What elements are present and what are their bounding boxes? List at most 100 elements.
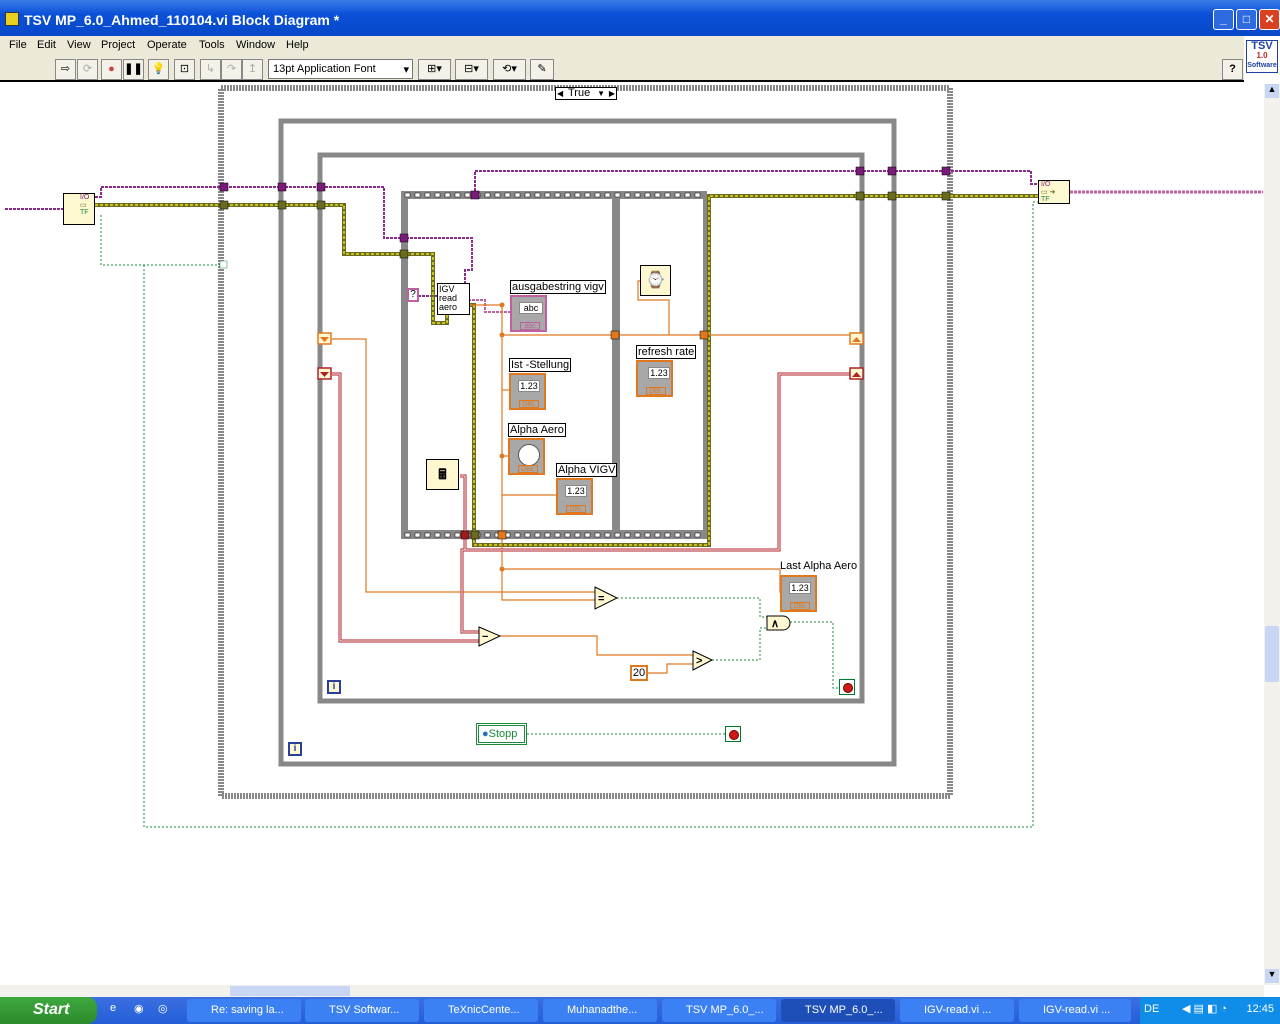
film-sprocket [524,532,531,538]
film-sprocket [444,532,451,538]
menu-window[interactable]: Window [236,39,275,51]
scroll-down-icon[interactable]: ▼ [1265,969,1279,983]
language-indicator[interactable]: DE [1144,1003,1159,1015]
refresh-rate-label: refresh rate [636,345,697,359]
ausgabestring-indicator[interactable]: abc abc [510,295,547,332]
indicator-type: DBL [519,400,539,408]
stop-terminal-outer[interactable] [725,726,741,742]
film-sprocket [654,532,661,538]
firefox-icon[interactable]: ◉ [134,1002,144,1015]
chevron-down-icon: ▾ [403,64,409,76]
menu-bar: File Edit View Project Operate Tools Win… [0,36,1244,56]
film-sprocket [694,532,701,538]
system-tray: DE ◀ ▤ ◧ ◔ 12:45 [1140,997,1280,1024]
scroll-up-icon[interactable]: ▲ [1265,84,1279,98]
minimize-button[interactable]: _ [1213,9,1234,30]
tray-icons[interactable]: ◀ ▤ ◧ ◔ [1182,1002,1227,1015]
step-into-icon[interactable]: ↳ [200,59,221,80]
stopp-button-terminal[interactable]: ●Stopp [476,723,527,745]
menu-edit[interactable]: Edit [37,39,56,51]
vertical-scroll-thumb[interactable] [1265,626,1279,682]
igv-read-subvi[interactable]: IGV read aero [437,283,470,315]
start-label: Start [33,1001,70,1018]
retain-wire-values-icon[interactable]: ⊡ [174,59,195,80]
menu-operate[interactable]: Operate [147,39,187,51]
igv-subvi-line: aero [439,302,458,312]
visa-property-node-left[interactable]: I/O ▭ TF [63,193,95,225]
abort-icon[interactable]: ● [101,59,122,80]
vi-icon-logo: TSV 1.0 Software [1246,40,1278,73]
last-alpha-aero-indicator[interactable]: 1.23 DBL [780,575,817,612]
alpha-aero-label: Alpha Aero [508,423,566,437]
horizontal-scrollbar[interactable] [0,985,1264,997]
highlight-execution-icon[interactable]: 💡 [148,59,169,80]
task-labview-2[interactable]: TSV MP_6.0_... [781,999,895,1022]
alpha-vigv-indicator[interactable]: 1.23 DBL [556,478,593,515]
refresh-rate-control[interactable]: 1.23 DBL [636,360,673,397]
clean-up-diagram-icon[interactable]: ✎ [530,59,554,80]
clock: 12:45 [1246,1003,1274,1015]
font-select-value: 13pt Application Font [273,63,376,75]
film-sprocket [454,192,461,198]
task-texniccenter[interactable]: TeXnicCente... [424,999,538,1022]
film-sprocket [464,192,471,198]
font-select[interactable]: 13pt Application Font ▾ [268,59,413,79]
run-continuously-icon[interactable]: ⟳ [77,59,98,80]
io-label: I/O [80,194,90,201]
start-button[interactable]: Start [0,997,97,1024]
io-label: I/O [1041,181,1051,188]
stopp-label: Stopp [488,728,518,740]
ie-icon[interactable]: e [110,1002,116,1014]
constant-20[interactable]: 20 [630,665,648,681]
task-igv-read-1[interactable]: IGV-read.vi ... [900,999,1014,1022]
unknown-constant[interactable]: ? [407,288,419,302]
tf-label: TF [1041,196,1050,203]
film-sprocket [664,192,671,198]
menu-tools[interactable]: Tools [199,39,225,51]
maximize-button[interactable]: □ [1236,9,1257,30]
film-sprocket [584,192,591,198]
film-sprocket [554,192,561,198]
distribute-objects-icon[interactable]: ⊟▾ [455,59,488,80]
align-objects-icon[interactable]: ⊞▾ [418,59,451,80]
task-igv-read-2[interactable]: IGV-read.vi ... [1019,999,1131,1022]
logo-subtext: Software [1247,62,1277,69]
menu-help[interactable]: Help [286,39,309,51]
film-sprocket [424,192,431,198]
decrement-arrow-icon[interactable]: ◀ [557,88,563,99]
visa-close-node-right[interactable]: I/O ▭ ➜ TF [1038,180,1070,204]
alpha-aero-gauge-indicator[interactable]: DBL [508,438,545,475]
horizontal-scroll-thumb[interactable] [230,986,350,996]
step-over-icon[interactable]: ↷ [221,59,242,80]
increment-arrow-icon[interactable]: ▶ [609,88,615,99]
block-diagram-canvas[interactable]: = − > ∧ True ◀ ▼ ▶ I/O ▭ TF I/O ▭ ➜ TF ?… [3,84,1264,985]
chevron-down-icon[interactable]: ▼ [597,88,605,99]
help-button[interactable]: ? [1222,59,1243,80]
task-folder[interactable]: TSV Softwar... [305,999,419,1022]
menu-file[interactable]: File [9,39,27,51]
menu-project[interactable]: Project [101,39,135,51]
menu-view[interactable]: View [67,39,91,51]
indicator-type: abc [520,322,540,330]
tick-count-icon[interactable]: 🖩 [426,459,459,490]
stop-terminal-inner[interactable] [839,679,855,695]
wait-ms-timer-icon[interactable]: ⌚ [640,265,671,296]
task-pdf[interactable]: Muhanadthe... [543,999,657,1022]
film-sprocket [604,192,611,198]
indicator-value: 1.23 [789,582,811,594]
film-sprocket [494,192,501,198]
task-firefox[interactable]: Re: saving la... [187,999,301,1022]
film-sprocket [514,192,521,198]
pause-icon[interactable]: ❚❚ [123,59,144,80]
task-labview-1[interactable]: TSV MP_6.0_... [662,999,776,1022]
reorder-icon[interactable]: ⟲▾ [493,59,526,80]
run-arrow-icon[interactable]: ⇨ [55,59,76,80]
film-sprocket [444,192,451,198]
chrome-icon[interactable]: ◎ [158,1002,168,1015]
film-sprocket [654,192,661,198]
case-selector[interactable]: True ◀ ▼ ▶ [555,87,617,100]
ist-stellung-indicator[interactable]: 1.23 DBL [509,373,546,410]
step-out-icon[interactable]: ↥ [242,59,263,80]
vertical-scrollbar[interactable]: ▲ ▼ [1264,84,1280,985]
close-button[interactable]: ✕ [1259,9,1280,30]
